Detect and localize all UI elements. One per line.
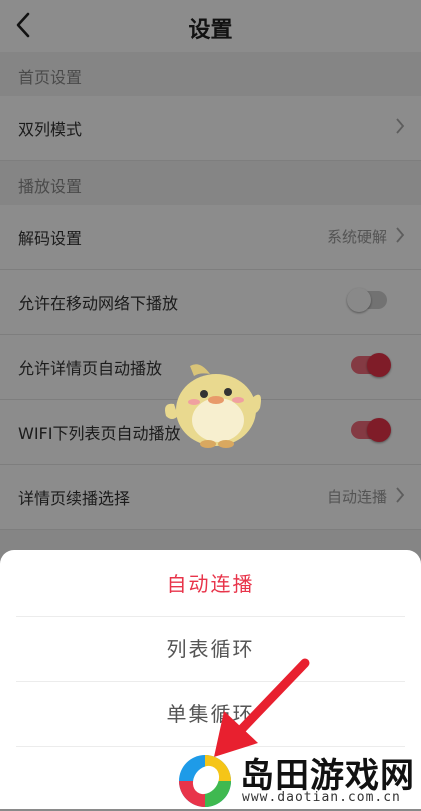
watermark: 岛田游戏网 www.daotian.com.cn [170, 740, 421, 809]
watermark-url: www.daotian.com.cn [242, 790, 401, 805]
watermark-logo-icon [179, 755, 231, 807]
sheet-option-auto-continue[interactable]: 自动连播 [16, 552, 405, 617]
duck-mascot-icon [165, 364, 261, 448]
